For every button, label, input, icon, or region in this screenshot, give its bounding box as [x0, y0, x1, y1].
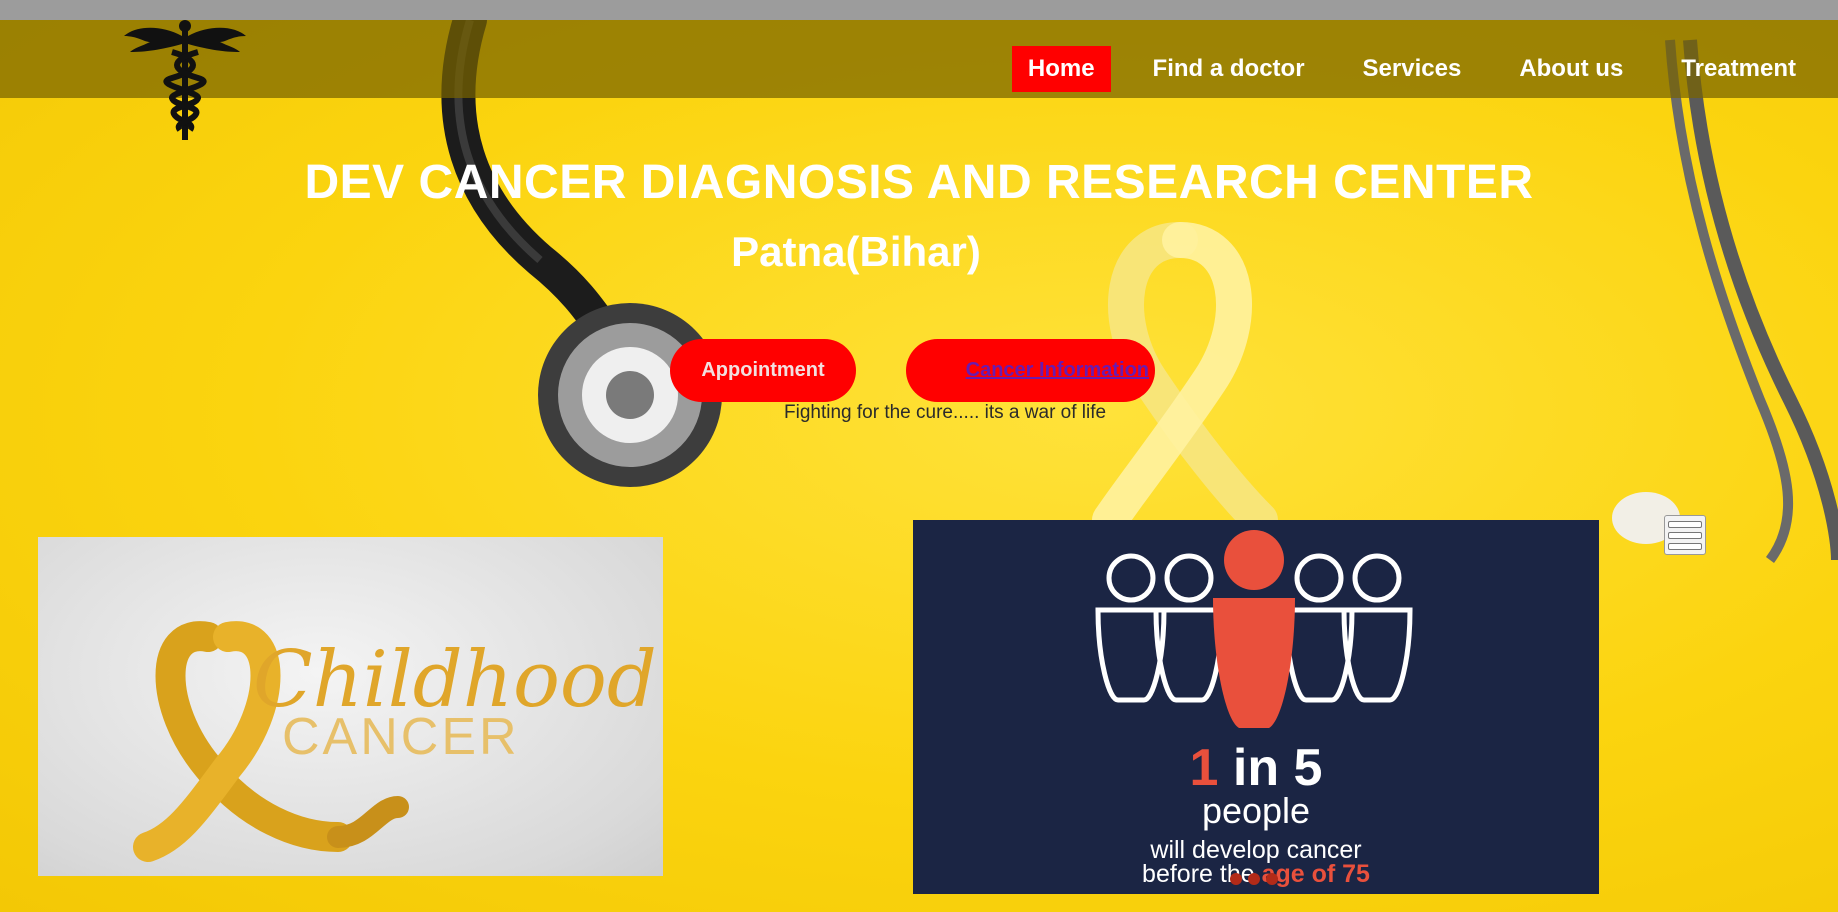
- childhood-cancer-card: Childhood CANCER: [38, 537, 663, 876]
- carousel-dot[interactable]: [1230, 873, 1242, 885]
- appointment-button[interactable]: Appointment: [670, 339, 856, 402]
- tagline: Fighting for the cure..... its a war of …: [784, 402, 1107, 423]
- hamburger-menu-icon[interactable]: [1664, 515, 1706, 555]
- top-strip: [0, 0, 1838, 20]
- statistics-card: 1 in 5 people will develop cancer before…: [913, 520, 1599, 894]
- nav-services[interactable]: Services: [1347, 46, 1478, 92]
- nav-about-us[interactable]: About us: [1503, 46, 1639, 92]
- cancer-word: CANCER: [282, 708, 520, 766]
- stat-people: people: [1201, 790, 1311, 831]
- stat-headline: 1 in 5: [913, 738, 1599, 798]
- page-title: DEV CANCER DIAGNOSIS AND RESEARCH CENTER: [304, 156, 1534, 209]
- nav-treatment[interactable]: Treatment: [1665, 46, 1812, 92]
- carousel-dots: [1230, 873, 1284, 885]
- navbar: Home Find a doctor Services About us Tre…: [0, 20, 1838, 98]
- carousel-dot[interactable]: [1266, 873, 1278, 885]
- main-nav: Home Find a doctor Services About us Tre…: [986, 46, 1812, 92]
- carousel-dot[interactable]: [1248, 873, 1260, 885]
- page-subtitle: Patna(Bihar): [731, 228, 981, 275]
- stat-number: 1: [1189, 739, 1219, 797]
- caduceus-logo-icon[interactable]: [120, 18, 250, 148]
- stat-ratio: in 5: [1218, 739, 1323, 797]
- cancer-information-link[interactable]: Cancer Information: [906, 339, 1155, 402]
- nav-find-doctor[interactable]: Find a doctor: [1137, 46, 1321, 92]
- people-figures-icon: [1095, 530, 1413, 728]
- nav-home[interactable]: Home: [1011, 46, 1111, 92]
